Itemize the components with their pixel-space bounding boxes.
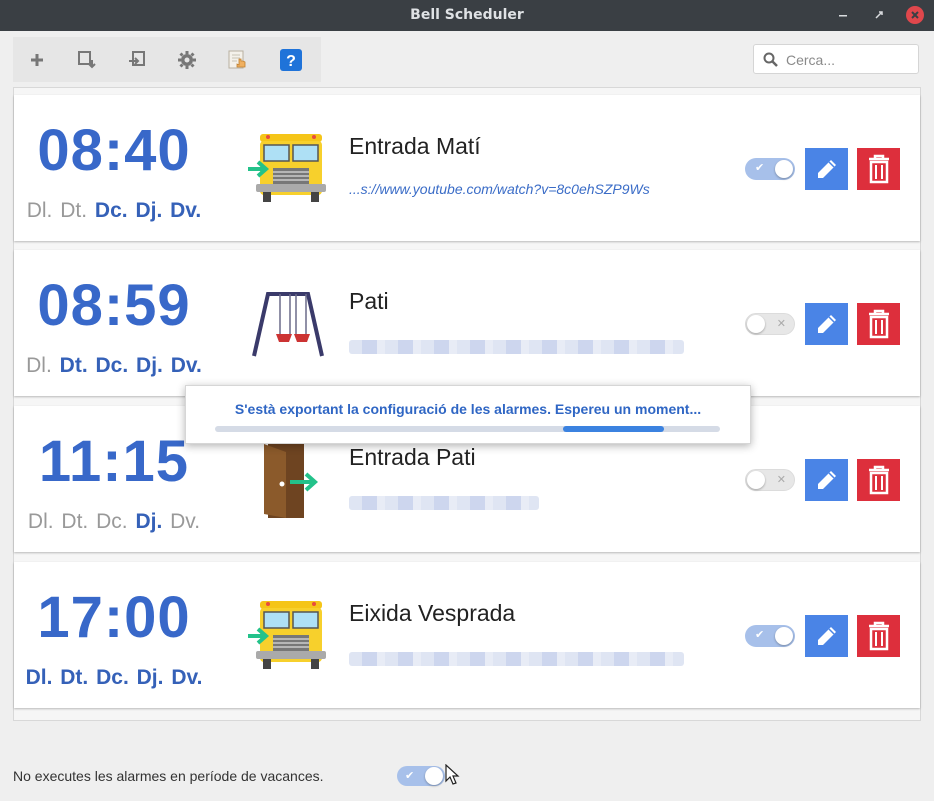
- alarm-time: 08:40: [37, 118, 191, 183]
- alarm-days: Dl. Dt. Dc. Dj. Dv.: [22, 510, 206, 534]
- day-label: Dl.: [25, 666, 53, 689]
- alarm-days: Dl. Dt. Dc. Dj. Dv.: [22, 354, 206, 378]
- trash-icon: [868, 154, 889, 184]
- help-icon[interactable]: ?: [278, 47, 304, 73]
- minimize-icon[interactable]: [834, 6, 852, 24]
- check-icon: ✔: [405, 770, 415, 782]
- edit-button[interactable]: [805, 615, 848, 657]
- alarm-name: Entrada Matí: [349, 133, 481, 159]
- day-label: Dt.: [61, 510, 89, 533]
- day-label: Dc.: [96, 666, 129, 689]
- alarm-name: Pati: [349, 288, 389, 314]
- add-icon[interactable]: [24, 47, 50, 73]
- settings-icon[interactable]: [174, 47, 200, 73]
- trash-icon: [868, 621, 889, 651]
- day-label: Dj.: [136, 354, 163, 377]
- vacation-label: No executes les alarmes en període de va…: [13, 768, 324, 784]
- day-label: Dl.: [26, 354, 52, 377]
- x-icon: ✕: [776, 474, 786, 486]
- alarm-card: 08:40 Dl. Dt. Dc. Dj. Dv. Entrada Matí .…: [14, 95, 920, 241]
- day-label: Dc.: [95, 354, 129, 377]
- close-icon[interactable]: [906, 6, 924, 24]
- toggle-knob: [775, 627, 793, 645]
- delete-button[interactable]: [857, 148, 900, 190]
- alarm-name: Eixida Vesprada: [349, 600, 516, 626]
- alarm-enable-toggle[interactable]: ✕: [745, 469, 795, 491]
- day-label: Dc.: [94, 199, 128, 222]
- day-label: Dt.: [60, 666, 89, 689]
- mouse-cursor-icon: [445, 764, 460, 785]
- alarm-time: 17:00: [37, 585, 191, 650]
- window-title: Bell Scheduler: [410, 7, 524, 23]
- alarm-enable-toggle[interactable]: ✔: [745, 625, 795, 647]
- day-label: Dl.: [26, 199, 53, 222]
- alarm-time: 08:59: [37, 273, 191, 338]
- alarm-enable-toggle[interactable]: ✔: [745, 158, 795, 180]
- alarm-card: 08:59 Dl. Dt. Dc. Dj. Dv. Pati ✕: [14, 250, 920, 396]
- maximize-icon[interactable]: [870, 6, 888, 24]
- door-enter-icon: [264, 444, 319, 518]
- alarm-enable-toggle[interactable]: ✕: [745, 313, 795, 335]
- x-icon: ✕: [776, 318, 786, 330]
- toggle-knob: [775, 160, 793, 178]
- pencil-icon: [817, 627, 836, 645]
- school-bus-enter-icon: [248, 601, 326, 669]
- day-label: Dt.: [60, 199, 88, 222]
- swing-icon: [252, 292, 324, 357]
- edit-button[interactable]: [805, 459, 848, 501]
- check-icon: ✔: [755, 629, 765, 641]
- progress-bar-indicator: [563, 426, 665, 432]
- toggle-knob: [747, 471, 765, 489]
- day-label: Dj.: [135, 199, 163, 222]
- alarm-sound-redacted: [349, 496, 539, 510]
- pencil-icon: [817, 315, 836, 333]
- day-label: Dc.: [96, 510, 128, 533]
- export-icon[interactable]: [124, 47, 150, 73]
- search-icon: [763, 52, 778, 67]
- alarm-card: 17:00 Dl. Dt. Dc. Dj. Dv. Eixida Vesprad…: [14, 562, 920, 708]
- delete-button[interactable]: [857, 615, 900, 657]
- school-bus-enter-icon: [248, 134, 326, 202]
- alarm-days: Dl. Dt. Dc. Dj. Dv.: [22, 666, 206, 690]
- pencil-icon: [817, 471, 836, 489]
- trash-icon: [868, 465, 889, 495]
- edit-button[interactable]: [805, 148, 848, 190]
- delete-button[interactable]: [857, 459, 900, 501]
- alarm-sound-redacted: [349, 340, 684, 354]
- title-bar: Bell Scheduler: [0, 0, 934, 31]
- alarm-name: Entrada Pati: [349, 444, 476, 470]
- search-input[interactable]: [784, 50, 916, 70]
- progress-bar: [215, 426, 720, 432]
- day-label: Dv.: [170, 354, 202, 377]
- toggle-knob: [425, 767, 443, 785]
- day-label: Dj.: [135, 510, 163, 533]
- vacation-toggle[interactable]: ✔: [397, 766, 445, 786]
- day-label: Dt.: [59, 354, 88, 377]
- alarm-sound: ...s://www.youtube.com/watch?v=8c0ehSZP9…: [349, 181, 650, 197]
- trash-icon: [868, 309, 889, 339]
- edit-button[interactable]: [805, 303, 848, 345]
- search-box[interactable]: [753, 44, 919, 74]
- day-label: Dv.: [171, 666, 203, 689]
- pencil-icon: [817, 160, 836, 178]
- toolbar: ?: [13, 37, 321, 82]
- day-label: Dj.: [136, 666, 164, 689]
- alarm-sound-redacted: [349, 652, 684, 666]
- progress-message: S'està exportant la configuració de les …: [234, 401, 702, 417]
- alarm-days: Dl. Dt. Dc. Dj. Dv.: [22, 199, 206, 223]
- toggle-knob: [747, 315, 765, 333]
- hand-document-icon[interactable]: [224, 47, 250, 73]
- export-progress-dialog: S'està exportant la configuració de les …: [185, 385, 751, 444]
- import-icon[interactable]: [74, 47, 100, 73]
- delete-button[interactable]: [857, 303, 900, 345]
- alarm-time: 11:15: [38, 429, 190, 494]
- day-label: Dl.: [27, 510, 54, 533]
- day-label: Dv.: [170, 510, 201, 533]
- svg-text:?: ?: [286, 53, 296, 70]
- day-label: Dv.: [170, 199, 202, 222]
- check-icon: ✔: [755, 162, 765, 174]
